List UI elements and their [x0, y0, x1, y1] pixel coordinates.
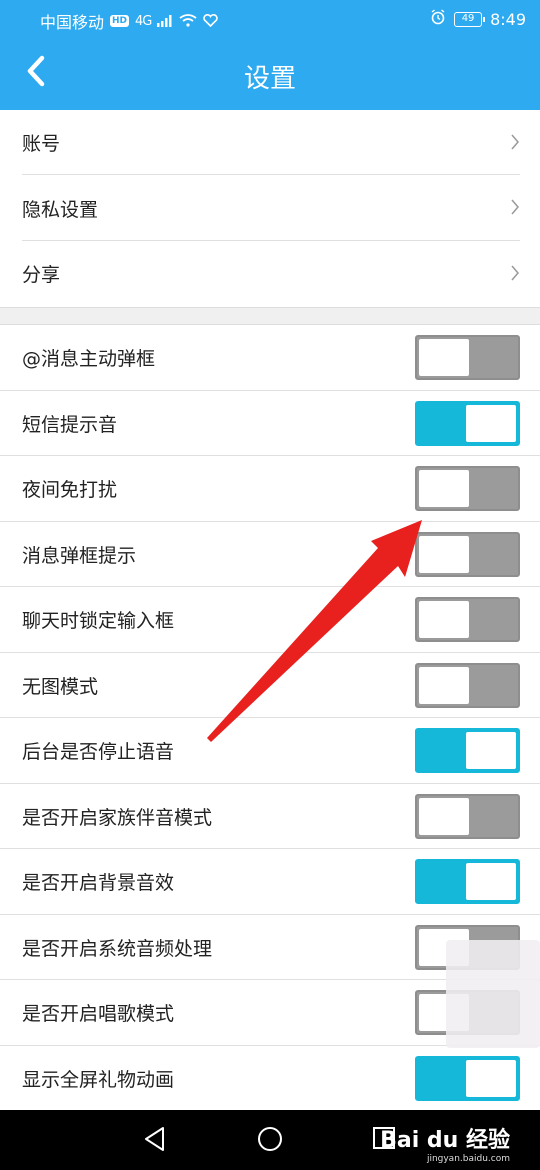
toggle-knob — [419, 535, 469, 573]
header-bar: 设置 — [0, 38, 540, 110]
menu-item-share[interactable]: 分享 — [0, 241, 540, 306]
toggle-knob — [419, 666, 469, 704]
toggle-switch[interactable] — [415, 597, 520, 642]
toggle-switch[interactable] — [415, 662, 520, 708]
menu-item-privacy[interactable]: 隐私设置 — [0, 175, 540, 241]
toggle-knob — [419, 470, 469, 507]
toggle-knob — [466, 863, 516, 900]
toggle-knob — [466, 404, 516, 442]
setting-row: 是否开启家族伴音模式 — [0, 784, 540, 849]
setting-label: 消息弹框提示 — [22, 544, 137, 567]
setting-label: 是否开启背景音效 — [22, 872, 175, 895]
watermark: Bai du 经验 jingyan.baidu.com — [380, 1122, 510, 1164]
setting-label: 后台是否停止语音 — [22, 741, 175, 764]
wifi-icon — [179, 12, 197, 31]
hd-badge: HD — [110, 15, 130, 27]
menu-item-label: 分享 — [22, 263, 61, 286]
chevron-right-icon — [511, 265, 519, 281]
watermark-url: jingyan.baidu.com — [426, 1154, 510, 1164]
chevron-right-icon — [511, 134, 519, 150]
status-bar: 中国移动 HD 4G 49 8:49 — [0, 0, 540, 38]
page-title: 设置 — [243, 64, 296, 94]
setting-row: 无图模式 — [0, 653, 540, 718]
toggle-knob — [466, 1059, 516, 1097]
toggle-switch[interactable] — [415, 335, 520, 380]
section-gap — [0, 307, 540, 325]
signal-icon — [157, 12, 173, 31]
toggle-switch[interactable] — [415, 728, 520, 773]
toggle-switch[interactable] — [415, 793, 520, 839]
toggle-switch[interactable] — [415, 1055, 520, 1101]
toggle-switch[interactable] — [415, 400, 520, 446]
toggle-switch[interactable] — [415, 531, 520, 577]
toggle-knob — [419, 601, 469, 638]
setting-label: 夜间免打扰 — [22, 479, 118, 502]
toggle-knob — [419, 797, 469, 835]
heart-icon — [203, 12, 219, 31]
setting-label: 是否开启家族伴音模式 — [22, 806, 213, 829]
toggle-knob — [466, 732, 516, 769]
system-nav-bar: Bai du 经验 jingyan.baidu.com — [0, 1110, 540, 1170]
menu-item-account[interactable]: 账号 — [0, 110, 540, 176]
back-triangle-icon[interactable] — [143, 1126, 167, 1156]
setting-label: 无图模式 — [22, 675, 99, 698]
clock-time: 8:49 — [490, 9, 526, 29]
battery-icon: 49 — [454, 11, 486, 27]
menu-item-label: 隐私设置 — [22, 198, 99, 221]
status-right: 49 8:49 — [430, 9, 526, 29]
toggle-knob — [419, 339, 469, 376]
setting-label: 是否开启唱歌模式 — [22, 1003, 175, 1026]
setting-label: 是否开启系统音频处理 — [22, 937, 213, 960]
carrier-name: 中国移动 — [40, 13, 105, 32]
network-type: 4G — [135, 13, 152, 29]
chevron-right-icon — [511, 199, 519, 215]
setting-row: @消息主动弹框 — [0, 325, 540, 391]
setting-row: 后台是否停止语音 — [0, 718, 540, 784]
watermark-brand: Bai du 经验 — [380, 1128, 510, 1153]
setting-label: 显示全屏礼物动画 — [22, 1068, 175, 1091]
setting-row: 显示全屏礼物动画 — [0, 1046, 540, 1112]
setting-row: 是否开启背景音效 — [0, 849, 540, 915]
status-left: 中国移动 HD 4G — [40, 9, 219, 33]
setting-row: 夜间免打扰 — [0, 456, 540, 522]
setting-label: @消息主动弹框 — [22, 348, 156, 371]
setting-label: 聊天时锁定输入框 — [22, 610, 175, 633]
menu-item-label: 账号 — [22, 133, 61, 156]
setting-row: 消息弹框提示 — [0, 522, 540, 587]
setting-row: 短信提示音 — [0, 391, 540, 456]
blurred-overlay — [446, 940, 540, 1048]
toggle-switch[interactable] — [415, 466, 520, 511]
setting-row: 聊天时锁定输入框 — [0, 587, 540, 653]
menu-list: 账号 隐私设置 分享 — [0, 110, 540, 306]
home-circle-icon[interactable] — [257, 1126, 283, 1156]
toggle-switch[interactable] — [415, 859, 520, 904]
alarm-icon — [430, 9, 446, 29]
setting-label: 短信提示音 — [22, 413, 118, 436]
